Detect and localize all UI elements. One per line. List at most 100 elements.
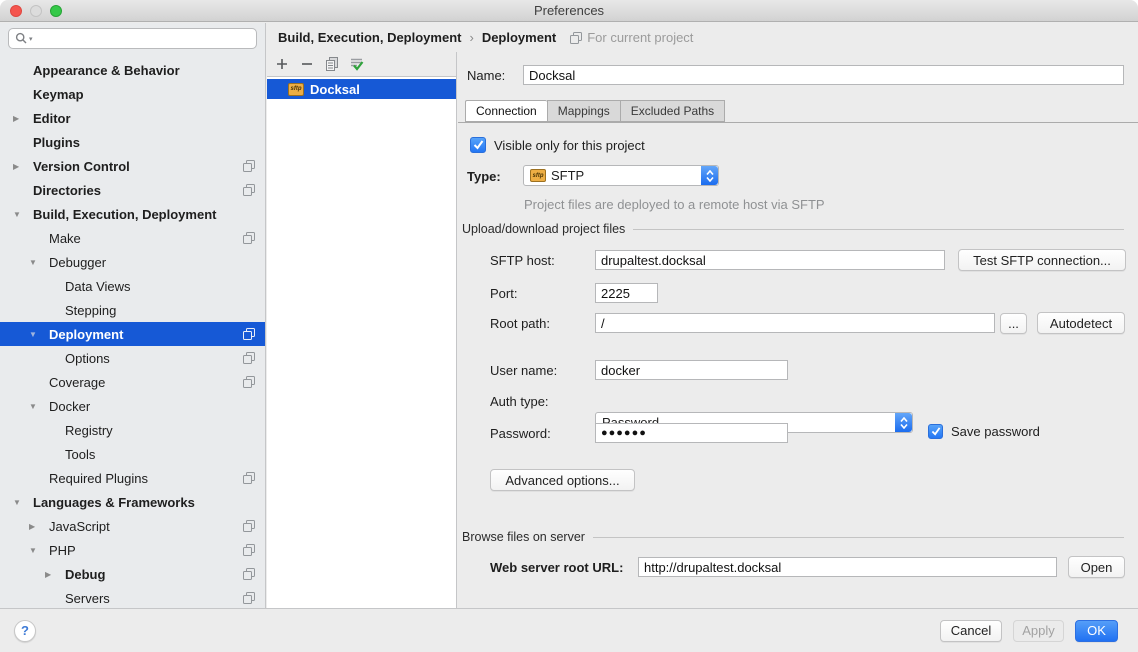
server-name: Docksal (310, 82, 360, 97)
auth-type-label: Auth type: (490, 394, 549, 409)
sidebar-item-debug[interactable]: ▶Debug (0, 562, 265, 586)
sidebar-item-registry[interactable]: Registry (0, 418, 265, 442)
use-as-default-icon[interactable] (349, 57, 364, 72)
sidebar-item-plugins[interactable]: Plugins (0, 130, 265, 154)
breadcrumb-segment[interactable]: Deployment (482, 30, 556, 45)
sidebar-item-debugger[interactable]: ▼Debugger (0, 250, 265, 274)
chevron-expanded-icon[interactable]: ▼ (13, 498, 33, 507)
sidebar-item-deployment[interactable]: ▼Deployment (0, 322, 265, 346)
browse-section-title: Browse files on server (462, 530, 585, 544)
window-title: Preferences (0, 0, 1138, 21)
zoom-window-icon[interactable] (50, 5, 62, 17)
sidebar-item-directories[interactable]: Directories (0, 178, 265, 202)
server-list-item-docksal[interactable]: sftpDocksal (267, 79, 456, 99)
browse-root-path-button[interactable]: ... (1000, 313, 1027, 334)
settings-tabs: ConnectionMappingsExcluded Paths (465, 100, 725, 122)
sidebar-item-options[interactable]: Options (0, 346, 265, 370)
tabs-divider (458, 122, 1138, 123)
port-label: Port: (490, 286, 517, 301)
copy-icon[interactable] (324, 57, 339, 72)
cancel-button[interactable]: Cancel (940, 620, 1002, 642)
autodetect-button[interactable]: Autodetect (1037, 312, 1125, 334)
chevron-collapsed-icon[interactable]: ▶ (45, 570, 65, 579)
open-url-button[interactable]: Open (1068, 556, 1125, 578)
remove-icon[interactable] (299, 57, 314, 72)
sidebar-item-data-views[interactable]: Data Views (0, 274, 265, 298)
test-sftp-connection-button[interactable]: Test SFTP connection... (958, 249, 1126, 271)
search-input[interactable] (34, 30, 256, 47)
type-label: Type: (467, 169, 501, 184)
tab-connection[interactable]: Connection (465, 100, 547, 122)
password-label: Password: (490, 426, 551, 441)
visible-only-checkbox[interactable] (470, 137, 486, 153)
sidebar-item-languages-frameworks[interactable]: ▼Languages & Frameworks (0, 490, 265, 514)
apply-button[interactable]: Apply (1013, 620, 1064, 642)
chevron-collapsed-icon[interactable]: ▶ (13, 162, 33, 171)
sftp-host-input[interactable] (595, 250, 945, 270)
web-root-input[interactable] (638, 557, 1057, 577)
save-password-checkbox[interactable] (928, 424, 943, 439)
per-project-icon (570, 32, 582, 44)
scope-label: For current project (587, 30, 693, 45)
per-project-icon (243, 184, 255, 196)
port-input[interactable] (595, 283, 658, 303)
titlebar: Preferences (0, 0, 1138, 22)
sidebar-item-label: Make (49, 231, 81, 246)
chevron-expanded-icon[interactable]: ▼ (29, 330, 49, 339)
sidebar-item-label: Coverage (49, 375, 105, 390)
chevron-expanded-icon[interactable]: ▼ (29, 546, 49, 555)
chevron-expanded-icon[interactable]: ▼ (29, 258, 49, 267)
close-window-icon[interactable] (10, 5, 22, 17)
root-path-input[interactable] (595, 313, 995, 333)
traffic-lights (10, 5, 62, 17)
add-icon[interactable] (274, 57, 289, 72)
sidebar-item-docker[interactable]: ▼Docker (0, 394, 265, 418)
type-select[interactable]: sftp SFTP (523, 165, 719, 186)
sidebar-item-stepping[interactable]: Stepping (0, 298, 265, 322)
minimize-window-icon[interactable] (30, 5, 42, 17)
help-button[interactable]: ? (14, 620, 36, 642)
sidebar-item-editor[interactable]: ▶Editor (0, 106, 265, 130)
sidebar-item-make[interactable]: Make (0, 226, 265, 250)
settings-search[interactable]: ▾ (8, 28, 257, 49)
sidebar-item-coverage[interactable]: Coverage (0, 370, 265, 394)
sidebar-item-keymap[interactable]: Keymap (0, 82, 265, 106)
scope-indicator: For current project (570, 30, 693, 45)
upload-section-title: Upload/download project files (462, 222, 625, 236)
per-project-icon (243, 376, 255, 388)
sidebar-item-label: Required Plugins (49, 471, 148, 486)
chevron-collapsed-icon[interactable]: ▶ (29, 522, 49, 531)
section-rule (593, 537, 1124, 538)
chevron-expanded-icon[interactable]: ▼ (29, 402, 49, 411)
sftp-host-label: SFTP host: (490, 253, 555, 268)
tab-mappings[interactable]: Mappings (547, 100, 620, 122)
visible-only-label: Visible only for this project (494, 138, 645, 153)
sidebar-item-label: Debugger (49, 255, 106, 270)
save-password-row: Save password (928, 424, 1040, 439)
sidebar-item-tools[interactable]: Tools (0, 442, 265, 466)
sidebar-item-php[interactable]: ▼PHP (0, 538, 265, 562)
tab-excluded-paths[interactable]: Excluded Paths (620, 100, 725, 122)
per-project-icon (243, 352, 255, 364)
advanced-options-button[interactable]: Advanced options... (490, 469, 635, 491)
per-project-icon (243, 160, 255, 172)
breadcrumb-segment[interactable]: Build, Execution, Deployment (278, 30, 461, 45)
sidebar-item-required-plugins[interactable]: Required Plugins (0, 466, 265, 490)
browse-section-header: Browse files on server (462, 530, 1138, 544)
per-project-icon (243, 592, 255, 604)
search-filter-chevron-icon[interactable]: ▾ (29, 35, 33, 43)
server-name-input[interactable] (523, 65, 1124, 85)
user-name-input[interactable] (595, 360, 788, 380)
sidebar-item-appearance-behavior[interactable]: Appearance & Behavior (0, 58, 265, 82)
sidebar-item-servers[interactable]: Servers (0, 586, 265, 610)
ok-button[interactable]: OK (1075, 620, 1118, 642)
chevron-collapsed-icon[interactable]: ▶ (13, 114, 33, 123)
sidebar-item-javascript[interactable]: ▶JavaScript (0, 514, 265, 538)
sidebar-item-label: Registry (65, 423, 113, 438)
sidebar-item-build-execution-deployment[interactable]: ▼Build, Execution, Deployment (0, 202, 265, 226)
password-input[interactable] (595, 423, 788, 443)
chevron-expanded-icon[interactable]: ▼ (13, 210, 33, 219)
sidebar-item-label: Plugins (33, 135, 80, 150)
sidebar-item-version-control[interactable]: ▶Version Control (0, 154, 265, 178)
settings-sidebar: ▾ Appearance & BehaviorKeymap▶Editor Plug… (0, 23, 266, 608)
